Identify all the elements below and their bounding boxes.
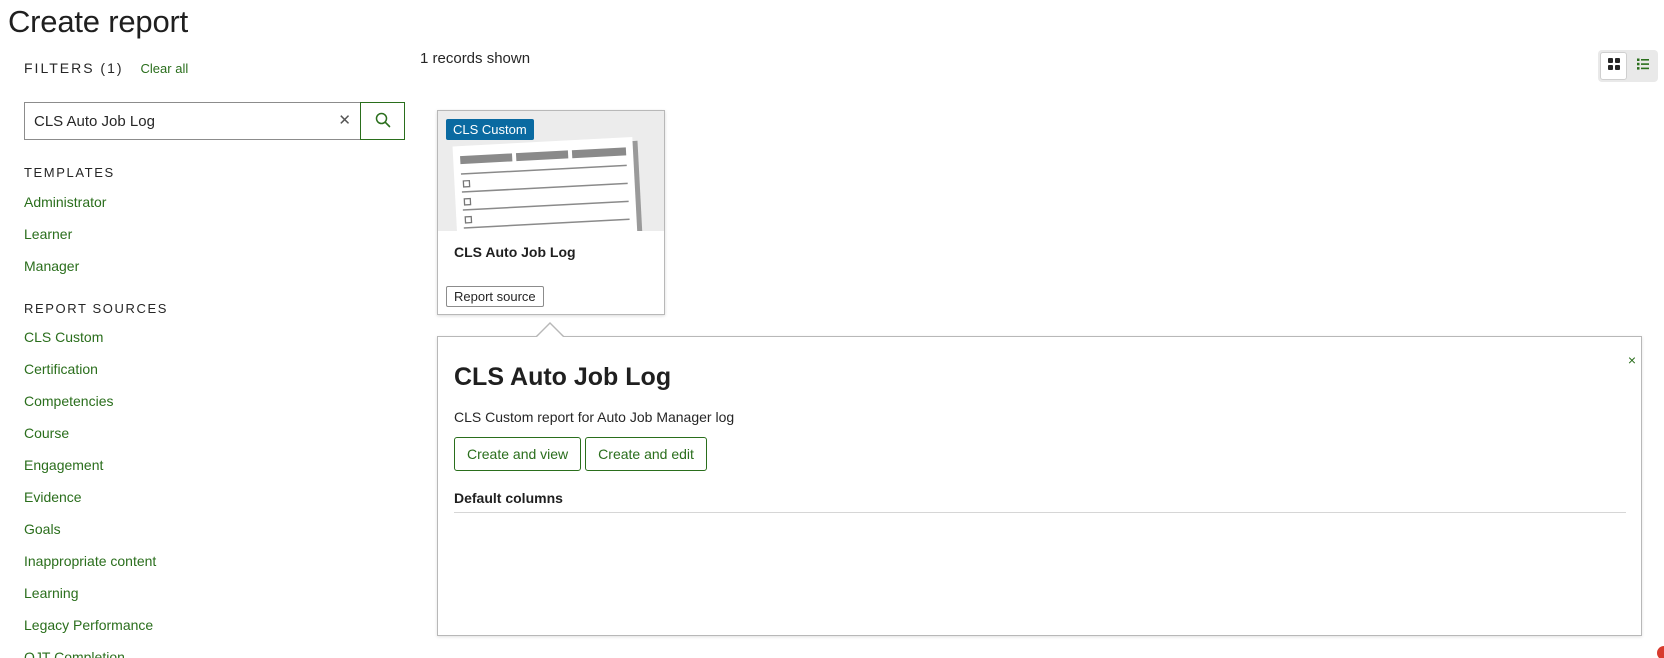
clear-all-link[interactable]: Clear all xyxy=(141,61,189,76)
source-evidence[interactable]: Evidence xyxy=(24,489,156,521)
report-sources-list: CLS Custom Certification Competencies Co… xyxy=(24,329,156,658)
records-count: 1 records shown xyxy=(420,50,531,67)
view-toggle xyxy=(1598,50,1658,82)
templates-list: Administrator Learner Manager xyxy=(24,194,106,290)
report-detail-panel: × CLS Auto Job Log CLS Custom report for… xyxy=(437,336,1642,636)
source-badge: CLS Custom xyxy=(446,119,534,140)
list-view-icon xyxy=(1636,57,1650,76)
create-and-edit-button[interactable]: Create and edit xyxy=(585,437,707,471)
source-certification[interactable]: Certification xyxy=(24,361,156,393)
default-columns-heading: Default columns xyxy=(454,490,563,506)
search-icon xyxy=(375,112,391,131)
template-administrator[interactable]: Administrator xyxy=(24,194,106,226)
source-legacy-performance[interactable]: Legacy Performance xyxy=(24,617,156,649)
source-course[interactable]: Course xyxy=(24,425,156,457)
source-ojt-completion[interactable]: OJT Completion xyxy=(24,649,156,658)
template-manager[interactable]: Manager xyxy=(24,258,106,290)
report-sources-heading: REPORT SOURCES xyxy=(24,301,169,316)
detail-description: CLS Custom report for Auto Job Manager l… xyxy=(454,409,735,425)
grid-view-icon xyxy=(1607,57,1621,76)
source-cls-custom[interactable]: CLS Custom xyxy=(24,329,156,361)
create-and-view-button[interactable]: Create and view xyxy=(454,437,582,471)
popover-arrow-fill xyxy=(536,324,564,338)
filters-title: FILTERS (1) xyxy=(24,60,124,76)
source-goals[interactable]: Goals xyxy=(24,521,156,553)
search-box: ✕ xyxy=(24,102,360,140)
grid-view-button[interactable] xyxy=(1600,52,1628,80)
source-competencies[interactable]: Competencies xyxy=(24,393,156,425)
search-bar: ✕ xyxy=(24,102,405,140)
divider xyxy=(454,512,1626,513)
templates-heading: TEMPLATES xyxy=(24,165,115,180)
search-input[interactable] xyxy=(25,103,360,139)
source-engagement[interactable]: Engagement xyxy=(24,457,156,489)
close-icon[interactable]: × xyxy=(1628,352,1636,368)
detail-title: CLS Auto Job Log xyxy=(454,363,672,391)
source-learning[interactable]: Learning xyxy=(24,585,156,617)
template-learner[interactable]: Learner xyxy=(24,226,106,258)
clear-x-icon[interactable]: ✕ xyxy=(338,112,351,130)
source-inappropriate-content[interactable]: Inappropriate content xyxy=(24,553,156,585)
report-thumbnail: CLS Custom xyxy=(438,111,664,231)
notification-dot[interactable] xyxy=(1657,646,1664,658)
report-card-title: CLS Auto Job Log xyxy=(454,244,576,260)
filters-header: FILTERS (1) Clear all xyxy=(24,60,188,76)
report-source-button[interactable]: Report source xyxy=(446,286,544,307)
report-card[interactable]: CLS Custom CLS Auto Job Log Report sourc… xyxy=(437,110,665,315)
list-view-button[interactable] xyxy=(1629,52,1656,80)
detail-actions: Create and view Create and edit xyxy=(454,437,707,471)
search-button[interactable] xyxy=(360,102,405,140)
page-title: Create report xyxy=(8,4,189,39)
